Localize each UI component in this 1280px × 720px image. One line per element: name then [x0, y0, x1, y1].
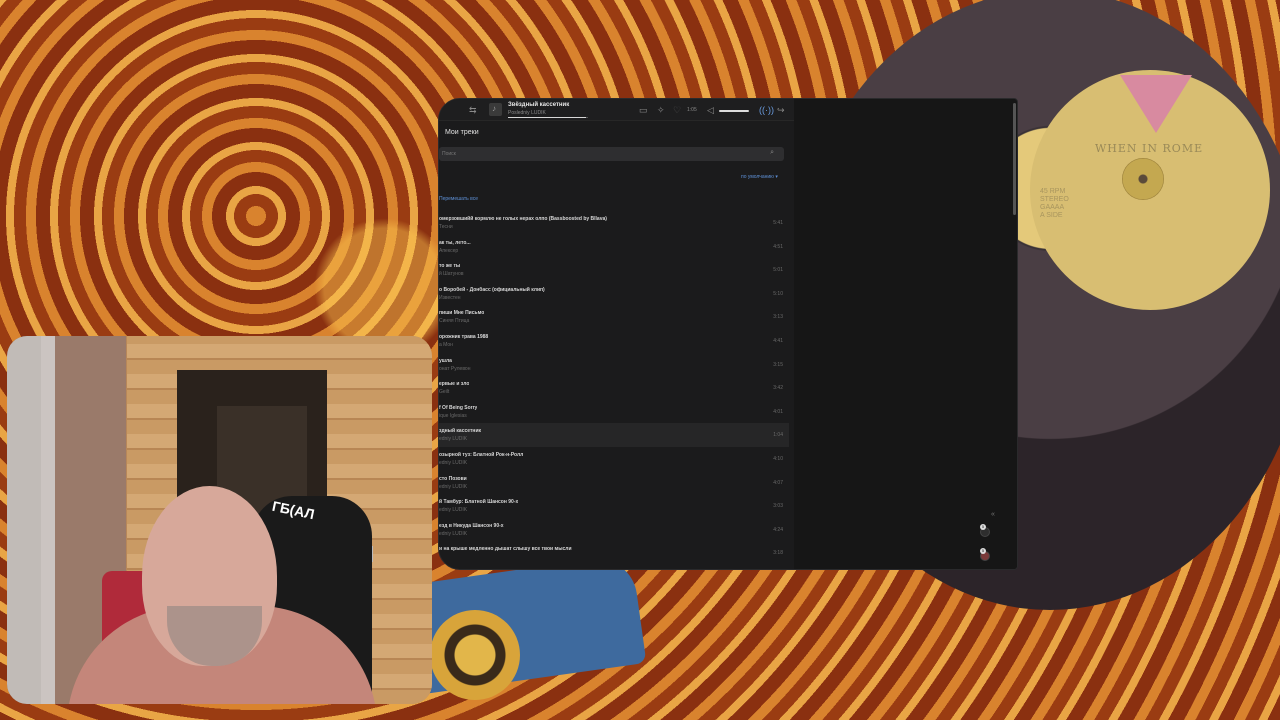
music-player-window: ⇆ ♪ Звёздный кассетник Posledniy LUDIK ▭…	[438, 98, 1018, 570]
search-icon[interactable]: ⌕	[770, 149, 774, 157]
volume-icon[interactable]: ◁	[707, 105, 714, 115]
track-artist[interactable]: Апексер	[439, 248, 458, 254]
window-light	[7, 336, 55, 704]
track-duration: 3:15	[773, 361, 783, 368]
track-row[interactable]: ушла онат Рулевон 3:15	[439, 353, 789, 377]
track-duration: 4:51	[773, 243, 783, 250]
track-row[interactable]: езд в Никуда Шансон 90-х edniy LUDIK 4:24	[439, 518, 789, 542]
notification-badge: 5	[980, 524, 986, 530]
heart-icon[interactable]: ♡	[673, 105, 681, 115]
track-artist[interactable]: а Мон	[439, 342, 453, 348]
track-row[interactable]: то же ты й Шатунов 5:01	[439, 258, 789, 282]
track-title[interactable]: й Тамбур: Блатной Шансон 90-х	[439, 499, 518, 505]
track-artist[interactable]: Geilt	[439, 389, 449, 395]
track-artist[interactable]: edniy LUDIK	[439, 484, 467, 490]
search-input[interactable]: Поиск ⌕	[439, 147, 784, 161]
track-title[interactable]: сто Позови	[439, 476, 467, 482]
track-artist[interactable]: Известен	[439, 295, 461, 301]
volume-slider[interactable]	[719, 110, 749, 112]
progress-bar[interactable]	[508, 117, 588, 118]
track-duration: 4:01	[773, 408, 783, 415]
track-title[interactable]: ушла	[439, 358, 452, 364]
lyrics-icon[interactable]: ▭	[639, 105, 648, 115]
now-playing-title[interactable]: Звёздный кассетник	[508, 102, 569, 108]
shuffle-all-link[interactable]: Перемешать все	[439, 196, 478, 202]
track-artist[interactable]: Синяя Птица	[439, 318, 469, 324]
track-duration: 5:01	[773, 267, 783, 274]
right-pane	[794, 99, 1017, 569]
time-display: 1:05	[687, 107, 697, 113]
track-duration: 4:41	[773, 337, 783, 344]
vinyl-center	[1122, 158, 1164, 200]
now-playing-artist[interactable]: Posledniy LUDIK	[508, 110, 546, 116]
track-duration: 4:24	[773, 526, 783, 533]
track-duration: 1:04	[773, 432, 783, 439]
track-title[interactable]: о Воробей - Донбасс (официальный клип)	[439, 287, 545, 293]
track-title[interactable]: омерзовшийй кормлю не голых нерах олпо (…	[439, 216, 607, 222]
track-row[interactable]: сто Позови edniy LUDIK 4:07	[439, 471, 789, 495]
vinyl-label-title: WHEN IN ROME	[1095, 142, 1204, 155]
album-cover[interactable]: ♪	[489, 103, 502, 116]
track-duration: 3:18	[773, 550, 783, 557]
track-artist[interactable]: Тесни	[439, 224, 453, 230]
track-row[interactable]: здный кассетник edniy LUDIK 1:04	[439, 423, 789, 447]
track-artist[interactable]: й Шатунов	[439, 271, 463, 277]
scrollbar[interactable]	[1013, 103, 1016, 215]
track-row[interactable]: орожник трава 1988 а Мон 4:41	[439, 329, 789, 353]
track-title[interactable]: ак ты, лето...	[439, 240, 471, 246]
track-duration: 3:13	[773, 314, 783, 321]
track-row[interactable]: омерзовшийй кормлю не голых нерах олпо (…	[439, 211, 789, 235]
vinyl-label-triangle	[1120, 75, 1192, 133]
track-title[interactable]: орожник трава 1988	[439, 334, 488, 340]
track-title[interactable]: озырной туз: Блатной Рок-н-Ролл	[439, 452, 523, 458]
track-row[interactable]: f Of Being Sorry ique Iglesias 4:01	[439, 400, 789, 424]
track-title[interactable]: езд в Никуда Шансон 90-х	[439, 523, 504, 529]
track-row[interactable]: й Тамбур: Блатной Шансон 90-х edniy LUDIK…	[439, 494, 789, 518]
track-duration: 3:03	[773, 503, 783, 510]
track-artist[interactable]: edniy LUDIK	[439, 507, 467, 513]
track-artist[interactable]: ique Iglesias	[439, 413, 467, 419]
back-icon[interactable]: ⇆	[469, 105, 477, 115]
notification-badge: 5	[980, 548, 986, 554]
track-title[interactable]: пиши Мне Письмо	[439, 310, 484, 316]
track-title[interactable]: то же ты	[439, 263, 460, 269]
track-artist[interactable]: edniy LUDIK	[439, 436, 467, 442]
track-title[interactable]: ервые и зло	[439, 381, 469, 387]
track-row[interactable]: ак ты, лето... Апексер 4:51	[439, 235, 789, 259]
player-bar: ⇆ ♪ Звёздный кассетник Posledniy LUDIK ▭…	[439, 99, 794, 121]
track-row[interactable]: ервые и зло Geilt 3:42	[439, 376, 789, 400]
broadcast-icon[interactable]: ((·))	[759, 105, 774, 115]
progress-fill	[508, 117, 587, 118]
track-list: омерзовшийй кормлю не голых нерах олпо (…	[439, 211, 789, 565]
track-title[interactable]: f Of Being Sorry	[439, 405, 477, 411]
music-note-icon: ♪	[492, 104, 496, 113]
webcam-overlay: ГБ(АЛ	[7, 336, 432, 704]
page-title: Мои треки	[445, 129, 479, 136]
shuffle-icon[interactable]: ✧	[657, 105, 665, 115]
track-duration: 5:41	[773, 220, 783, 226]
track-duration: 4:07	[773, 479, 783, 486]
collapse-icon[interactable]: «	[991, 511, 995, 518]
track-artist[interactable]: edniy LUDIK	[439, 460, 467, 466]
track-duration: 3:42	[773, 385, 783, 392]
track-artist[interactable]: онат Рулевон	[439, 366, 470, 372]
track-row[interactable]: пиши Мне Письмо Синяя Птица 3:13	[439, 305, 789, 329]
sort-dropdown[interactable]: по умолчанию ▾	[741, 174, 778, 180]
track-row[interactable]: озырной туз: Блатной Рок-н-Ролл edniy LUD…	[439, 447, 789, 471]
track-title[interactable]: здный кассетник	[439, 428, 481, 434]
track-title[interactable]: и на крыше медленно дышат слышу все твои…	[439, 546, 572, 552]
vinyl-label-speed: 45 RPM STEREO GAAAA A SIDE	[1040, 188, 1069, 219]
share-icon[interactable]: ↪	[777, 105, 785, 115]
search-placeholder: Поиск	[442, 151, 456, 157]
track-row[interactable]: о Воробей - Донбасс (официальный клип) Из…	[439, 282, 789, 306]
track-duration: 5:10	[773, 290, 783, 297]
track-artist[interactable]: edniy LUDIK	[439, 531, 467, 537]
background-wheel	[430, 610, 520, 700]
track-row[interactable]: и на крыше медленно дышат слышу все твои…	[439, 541, 789, 565]
track-duration: 4:10	[773, 455, 783, 462]
